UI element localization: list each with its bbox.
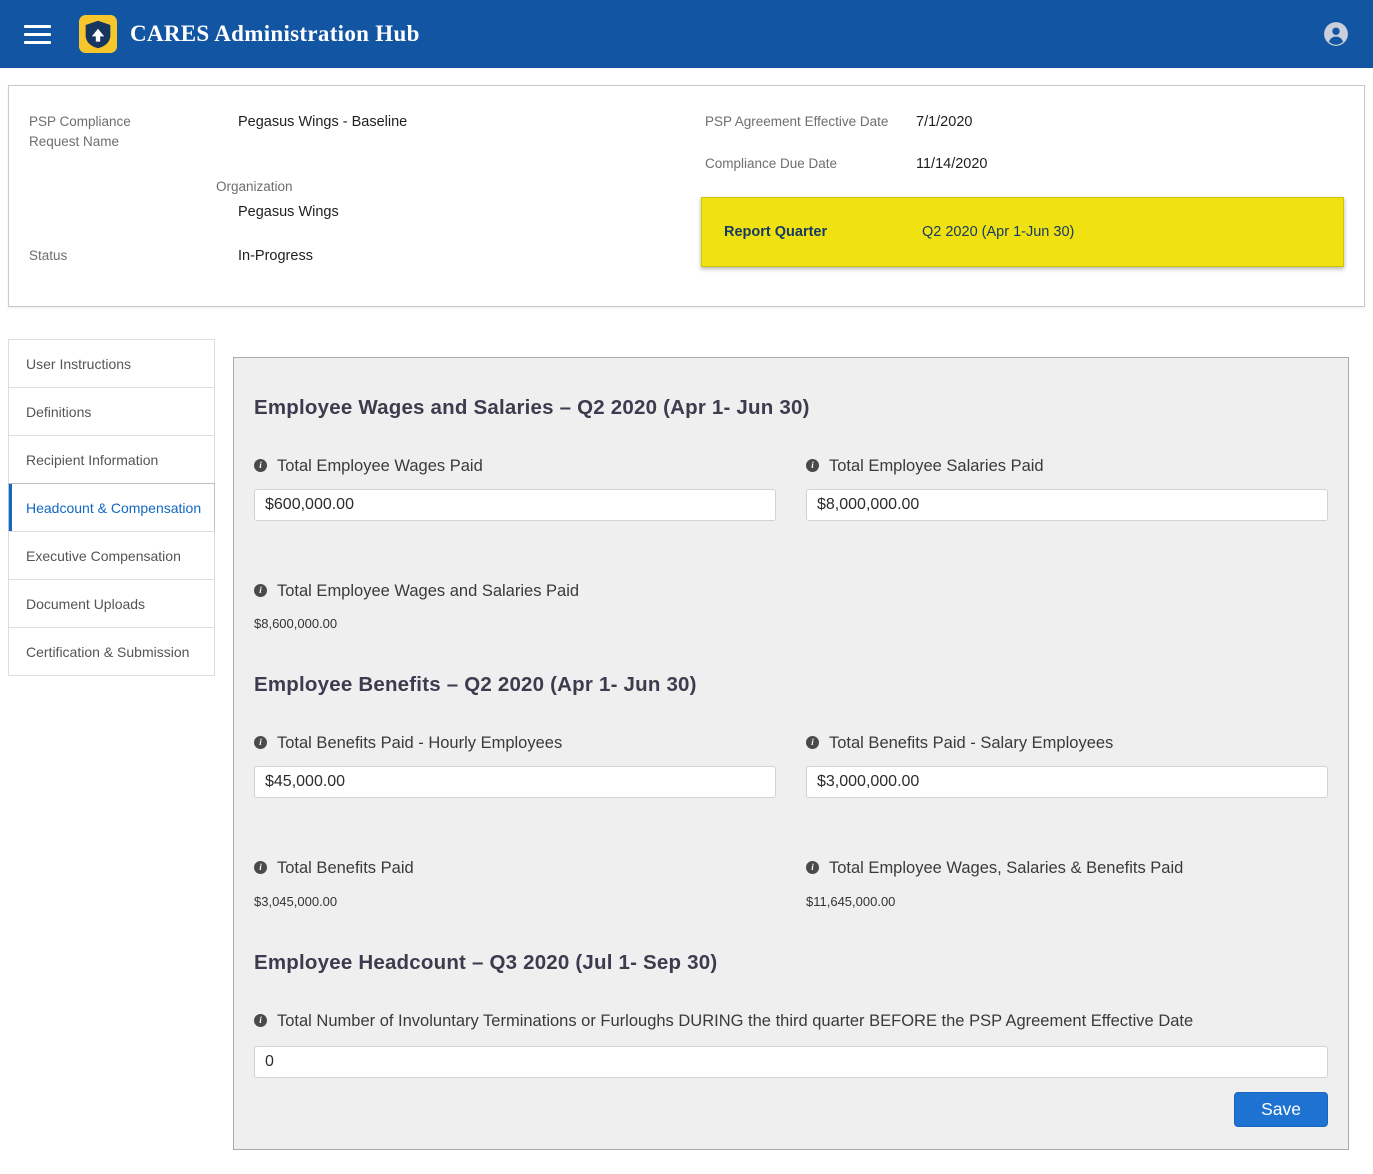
benefits-hourly-label-row: Total Benefits Paid - Hourly Employees	[254, 731, 776, 757]
total-benefits-readonly: Total Benefits Paid $3,045,000.00	[254, 856, 776, 909]
sidebar: User Instructions Definitions Recipient …	[8, 340, 215, 676]
headcount-heading: Employee Headcount – Q3 2020 (Jul 1- Sep…	[254, 951, 1328, 975]
compliance-summary-card: PSP Compliance Request Name Pegasus Wing…	[8, 85, 1365, 307]
app-logo-icon	[79, 15, 117, 53]
total-salaries-label: Total Employee Salaries Paid	[829, 454, 1044, 480]
terminations-label-row: Total Number of Involuntary Terminations…	[254, 1009, 1328, 1035]
wages-salaries-fields: Total Employee Wages Paid Total Employee…	[254, 454, 1328, 521]
main-area: User Instructions Definitions Recipient …	[0, 340, 1373, 1174]
info-icon[interactable]	[254, 861, 267, 874]
total-benefits-label: Total Benefits Paid	[277, 856, 414, 882]
due-date-label: Compliance Due Date	[705, 154, 916, 174]
info-icon[interactable]	[806, 459, 819, 472]
effective-date-row: PSP Agreement Effective Date 7/1/2020	[705, 112, 1344, 132]
report-quarter-value: Q2 2020 (Apr 1-Jun 30)	[922, 224, 1333, 240]
sidebar-item-user-instructions[interactable]: User Instructions	[8, 339, 215, 388]
organization-label: Organization	[216, 177, 705, 197]
wages-salaries-total-row: Total Employee Wages and Salaries Paid $…	[254, 579, 1328, 632]
info-icon[interactable]	[254, 736, 267, 749]
headcount-compensation-form: Employee Wages and Salaries – Q2 2020 (A…	[233, 357, 1349, 1150]
total-salaries-input[interactable]	[806, 489, 1328, 521]
summary-right-column: PSP Agreement Effective Date 7/1/2020 Co…	[705, 112, 1344, 267]
benefits-totals-row: Total Benefits Paid $3,045,000.00 Total …	[254, 856, 1328, 909]
info-icon[interactable]	[806, 861, 819, 874]
request-name-row: PSP Compliance Request Name Pegasus Wing…	[29, 112, 705, 153]
total-benefits-label-row: Total Benefits Paid	[254, 856, 776, 882]
benefits-hourly-field: Total Benefits Paid - Hourly Employees	[254, 731, 776, 798]
report-quarter-label: Report Quarter	[724, 224, 922, 240]
wages-salaries-heading: Employee Wages and Salaries – Q2 2020 (A…	[254, 396, 1328, 420]
terminations-input[interactable]	[254, 1046, 1328, 1078]
benefits-salary-label: Total Benefits Paid - Salary Employees	[829, 731, 1113, 757]
total-wages-label-row: Total Employee Wages Paid	[254, 454, 776, 480]
status-value: In-Progress	[238, 246, 705, 266]
total-benefits-value: $3,045,000.00	[254, 894, 776, 909]
total-wages-salaries-benefits-value: $11,645,000.00	[806, 894, 1328, 909]
total-wages-salaries-benefits-label: Total Employee Wages, Salaries & Benefit…	[829, 856, 1183, 882]
request-name-value: Pegasus Wings - Baseline	[238, 112, 705, 132]
benefits-heading: Employee Benefits – Q2 2020 (Apr 1- Jun …	[254, 673, 1328, 697]
info-icon[interactable]	[254, 584, 267, 597]
request-name-label: PSP Compliance Request Name	[29, 112, 184, 153]
due-date-value: 11/14/2020	[916, 154, 1344, 174]
total-wages-salaries-benefits-readonly: Total Employee Wages, Salaries & Benefit…	[806, 856, 1328, 909]
save-row: Save	[254, 1092, 1328, 1127]
total-wages-salaries-label: Total Employee Wages and Salaries Paid	[277, 579, 579, 605]
status-label: Status	[29, 246, 238, 266]
sidebar-item-document-uploads[interactable]: Document Uploads	[8, 579, 215, 628]
total-wages-label: Total Employee Wages Paid	[277, 454, 483, 480]
info-icon[interactable]	[806, 736, 819, 749]
organization-value: Pegasus Wings	[238, 202, 705, 222]
benefits-fields: Total Benefits Paid - Hourly Employees T…	[254, 731, 1328, 798]
save-button[interactable]: Save	[1234, 1092, 1328, 1127]
total-wages-field: Total Employee Wages Paid	[254, 454, 776, 521]
sidebar-item-definitions[interactable]: Definitions	[8, 387, 215, 436]
total-wages-salaries-benefits-label-row: Total Employee Wages, Salaries & Benefit…	[806, 856, 1328, 882]
total-wages-salaries-label-row: Total Employee Wages and Salaries Paid	[254, 579, 776, 605]
benefits-salary-field: Total Benefits Paid - Salary Employees	[806, 731, 1328, 798]
summary-left-column: PSP Compliance Request Name Pegasus Wing…	[29, 112, 705, 290]
effective-date-value: 7/1/2020	[916, 112, 1344, 132]
benefits-salary-label-row: Total Benefits Paid - Salary Employees	[806, 731, 1328, 757]
user-profile-icon[interactable]	[1323, 21, 1349, 47]
due-date-row: Compliance Due Date 11/14/2020	[705, 154, 1344, 174]
benefits-hourly-input[interactable]	[254, 766, 776, 798]
total-salaries-field: Total Employee Salaries Paid	[806, 454, 1328, 521]
app-title: CARES Administration Hub	[130, 21, 420, 47]
effective-date-label: PSP Agreement Effective Date	[705, 112, 916, 132]
total-wages-salaries-readonly: Total Employee Wages and Salaries Paid $…	[254, 579, 776, 632]
organization-row: Organization Pegasus Wings	[29, 177, 705, 223]
sidebar-item-certification-submission[interactable]: Certification & Submission	[8, 627, 215, 676]
total-wages-salaries-value: $8,600,000.00	[254, 616, 776, 631]
benefits-hourly-label: Total Benefits Paid - Hourly Employees	[277, 731, 562, 757]
info-icon[interactable]	[254, 459, 267, 472]
sidebar-item-recipient-information[interactable]: Recipient Information	[8, 435, 215, 484]
terminations-label: Total Number of Involuntary Terminations…	[277, 1009, 1193, 1035]
benefits-salary-input[interactable]	[806, 766, 1328, 798]
report-quarter-highlight: Report Quarter Q2 2020 (Apr 1-Jun 30)	[701, 197, 1344, 267]
terminations-field: Total Number of Involuntary Terminations…	[254, 1009, 1328, 1079]
top-header: CARES Administration Hub	[0, 0, 1373, 68]
sidebar-item-executive-compensation[interactable]: Executive Compensation	[8, 531, 215, 580]
sidebar-item-headcount-compensation[interactable]: Headcount & Compensation	[8, 483, 215, 532]
info-icon[interactable]	[254, 1014, 267, 1027]
total-salaries-label-row: Total Employee Salaries Paid	[806, 454, 1328, 480]
menu-icon[interactable]	[24, 25, 51, 44]
status-row: Status In-Progress	[29, 246, 705, 266]
total-wages-input[interactable]	[254, 489, 776, 521]
